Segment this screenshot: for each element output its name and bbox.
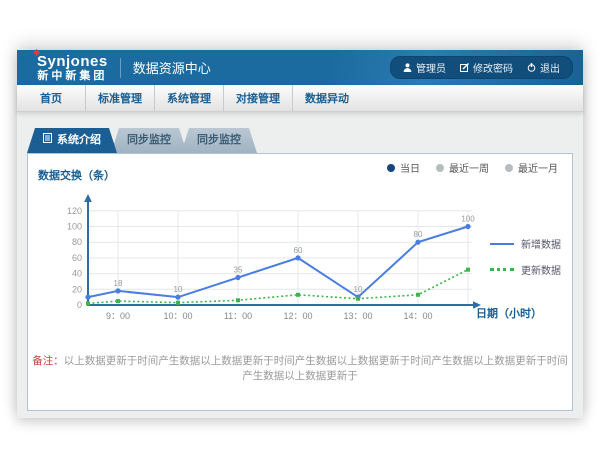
radio-last-week-dot <box>436 164 444 172</box>
radio-today-dot <box>387 164 395 172</box>
svg-text:11：00: 11：00 <box>224 311 252 321</box>
tab-sync-monitor-1[interactable]: 同步监控 <box>111 128 187 153</box>
current-user[interactable]: 管理员 <box>403 60 446 75</box>
legend-item-updated-data: 更新数据 <box>490 262 561 277</box>
svg-text:12：00: 12：00 <box>283 311 312 321</box>
svg-text:60: 60 <box>294 246 303 255</box>
chart-panel: 当日 最近一周 最近一月 数据交换（条） 0 20 40 60 80 100 120 9：00… <box>27 153 573 411</box>
logo-subname: 新中新集团 <box>37 71 108 82</box>
footnote: 备注：以上数据更新于时间产生数据以上数据更新于时间产生数据以上数据更新于时间产生… <box>28 353 572 383</box>
svg-text:100: 100 <box>67 222 82 232</box>
page-title: 数据资源中心 <box>133 58 211 77</box>
svg-text:0: 0 <box>77 300 82 310</box>
footnote-label: 备注： <box>32 355 64 367</box>
legend-line-dotted <box>490 268 514 271</box>
svg-text:80: 80 <box>72 237 82 247</box>
chart-legend: 新增数据 更新数据 <box>490 236 561 277</box>
user-icon <box>403 63 412 72</box>
site-window: Synjones 新中新集团 数据资源中心 管理员 修改密码 退出 首页 标准管… <box>17 50 583 417</box>
edit-icon <box>460 63 469 72</box>
user-menu: 管理员 修改密码 退出 <box>390 56 573 79</box>
radio-last-month-dot <box>505 164 513 172</box>
svg-text:13：00: 13：00 <box>343 311 372 321</box>
svg-text:80: 80 <box>414 230 423 239</box>
logo-name: Synjones <box>37 54 108 69</box>
svg-text:40: 40 <box>72 269 82 279</box>
main-nav: 首页 标准管理 系统管理 对接管理 数据异动 <box>17 85 583 112</box>
nav-item-docking-mgmt[interactable]: 对接管理 <box>223 85 292 111</box>
svg-text:18: 18 <box>114 279 123 288</box>
nav-item-standard-mgmt[interactable]: 标准管理 <box>85 85 154 111</box>
svg-text:10：00: 10：00 <box>163 311 192 321</box>
svg-text:120: 120 <box>67 206 82 216</box>
footnote-text: 以上数据更新于时间产生数据以上数据更新于时间产生数据以上数据更新于时间产生数据以… <box>64 355 568 382</box>
svg-text:10: 10 <box>354 285 363 294</box>
svg-text:9：00: 9：00 <box>106 311 130 321</box>
tab-sync-monitor-2[interactable]: 同步监控 <box>181 128 257 153</box>
company-logo: Synjones 新中新集团 <box>37 54 108 82</box>
legend-item-new-data: 新增数据 <box>490 236 561 251</box>
content-area: 系统介绍 同步监控 同步监控 当日 最近一周 <box>17 112 583 418</box>
svg-text:60: 60 <box>72 253 82 263</box>
nav-item-system-mgmt[interactable]: 系统管理 <box>154 85 223 111</box>
nav-item-home[interactable]: 首页 <box>17 85 85 111</box>
logout-button[interactable]: 退出 <box>527 60 560 75</box>
radio-last-week[interactable]: 最近一周 <box>436 160 489 175</box>
change-password-button[interactable]: 修改密码 <box>460 60 513 75</box>
nav-item-data-change[interactable]: 数据异动 <box>292 85 361 111</box>
legend-line-solid <box>490 243 514 245</box>
svg-text:100: 100 <box>461 215 475 224</box>
power-icon <box>527 63 536 72</box>
svg-text:10: 10 <box>174 285 183 294</box>
svg-text:35: 35 <box>234 266 243 275</box>
top-header: Synjones 新中新集团 数据资源中心 管理员 修改密码 退出 <box>17 50 583 85</box>
svg-text:14：00: 14：00 <box>403 311 432 321</box>
time-range-filter: 当日 最近一周 最近一月 <box>387 160 558 175</box>
y-axis-title: 数据交换（条） <box>38 167 115 183</box>
svg-text:20: 20 <box>72 284 82 294</box>
tab-bar: 系统介绍 同步监控 同步监控 <box>27 128 251 153</box>
x-axis-title: 日期（小时） <box>476 305 542 321</box>
radio-last-month[interactable]: 最近一月 <box>505 160 558 175</box>
document-icon <box>43 128 52 153</box>
tab-system-intro[interactable]: 系统介绍 <box>27 128 117 153</box>
header-divider <box>120 58 121 78</box>
radio-today[interactable]: 当日 <box>387 160 420 175</box>
